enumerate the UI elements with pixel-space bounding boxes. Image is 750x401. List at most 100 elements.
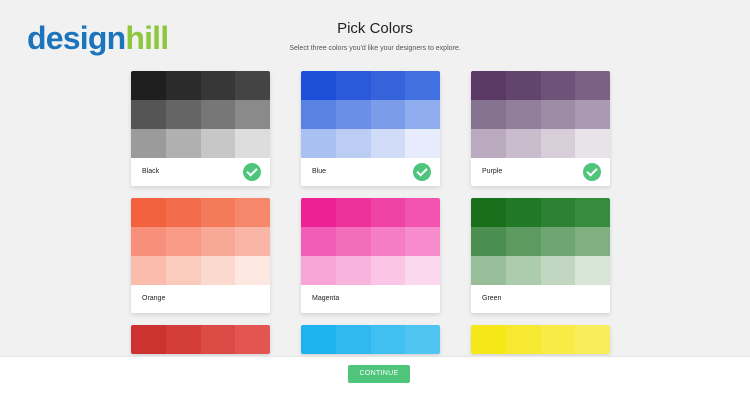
card-label: Blue (312, 168, 327, 175)
color-swatch (131, 100, 166, 129)
color-swatch (540, 71, 576, 100)
swatch-grid (471, 198, 610, 285)
card-footer: Purple (471, 158, 610, 186)
color-swatch (405, 198, 440, 227)
color-swatch (335, 71, 371, 100)
card-label: Magenta (312, 295, 340, 302)
color-card-purple[interactable]: Purple (471, 71, 610, 186)
bottom-bar: CONTINUE (0, 356, 750, 401)
swatch-grid (301, 71, 440, 158)
color-swatch (165, 198, 201, 227)
color-swatch (131, 325, 166, 354)
color-swatch (505, 198, 541, 227)
color-swatch (540, 198, 576, 227)
continue-button[interactable]: CONTINUE (348, 365, 410, 383)
color-swatch (471, 129, 506, 158)
color-swatch (505, 256, 541, 285)
color-swatch (335, 227, 371, 256)
color-swatch (575, 198, 610, 227)
color-swatch (575, 325, 610, 354)
color-card-red[interactable] (131, 325, 270, 354)
color-card-magenta[interactable]: Magenta (301, 198, 440, 313)
color-swatch (235, 129, 270, 158)
color-swatch (505, 227, 541, 256)
color-swatch (200, 227, 236, 256)
card-footer: Blue (301, 158, 440, 186)
card-footer: Orange (131, 285, 270, 313)
color-swatch (575, 129, 610, 158)
check-icon[interactable] (243, 163, 261, 181)
color-swatch (235, 256, 270, 285)
color-swatch (301, 100, 336, 129)
color-swatch (301, 198, 336, 227)
page-title: Pick Colors (337, 20, 413, 37)
card-label: Orange (142, 295, 166, 302)
color-card-light-blue[interactable] (301, 325, 440, 354)
swatch-grid (131, 198, 270, 285)
color-swatch (405, 325, 440, 354)
color-swatch (301, 227, 336, 256)
color-card-yellow[interactable] (471, 325, 610, 354)
color-swatch (200, 325, 236, 354)
color-swatch (505, 325, 541, 354)
swatch-grid (131, 71, 270, 158)
color-swatch (165, 325, 201, 354)
color-swatch (301, 256, 336, 285)
color-swatch (405, 100, 440, 129)
swatch-grid (471, 325, 610, 354)
color-swatch (471, 198, 506, 227)
color-swatch (200, 198, 236, 227)
color-swatch (165, 227, 201, 256)
color-swatch (165, 100, 201, 129)
color-swatch (370, 256, 406, 285)
color-swatch (405, 71, 440, 100)
swatch-grid (301, 325, 440, 354)
check-icon[interactable] (413, 163, 431, 181)
color-swatch (335, 100, 371, 129)
color-swatch (405, 227, 440, 256)
color-swatch (471, 227, 506, 256)
color-swatch (575, 256, 610, 285)
color-swatch (165, 256, 201, 285)
color-card-blue[interactable]: Blue (301, 71, 440, 186)
color-swatch (301, 325, 336, 354)
card-label: Green (482, 295, 502, 302)
color-swatch (131, 227, 166, 256)
color-swatch (131, 71, 166, 100)
color-card-orange[interactable]: Orange (131, 198, 270, 313)
card-label: Black (142, 168, 160, 175)
color-swatch (471, 325, 506, 354)
color-swatch (471, 256, 506, 285)
color-card-black[interactable]: Black (131, 71, 270, 186)
color-swatch (405, 256, 440, 285)
color-swatch (540, 100, 576, 129)
color-swatch (200, 129, 236, 158)
card-label: Purple (482, 168, 503, 175)
color-swatch (335, 198, 371, 227)
color-swatch (540, 227, 576, 256)
color-swatch (301, 71, 336, 100)
color-swatch (335, 256, 371, 285)
color-swatch (235, 325, 270, 354)
color-swatch (471, 71, 506, 100)
color-swatch (370, 325, 406, 354)
color-swatch (301, 129, 336, 158)
color-swatch (575, 227, 610, 256)
color-swatch (370, 129, 406, 158)
color-swatch (505, 100, 541, 129)
color-swatch (235, 227, 270, 256)
color-swatch (505, 129, 541, 158)
color-swatch (131, 198, 166, 227)
color-swatch (370, 71, 406, 100)
color-card-green[interactable]: Green (471, 198, 610, 313)
card-footer: Black (131, 158, 270, 186)
color-swatch (575, 71, 610, 100)
swatch-grid (471, 71, 610, 158)
color-swatch (235, 100, 270, 129)
color-swatch (575, 100, 610, 129)
swatch-grid (131, 325, 270, 354)
swatch-grid (301, 198, 440, 285)
check-icon[interactable] (583, 163, 601, 181)
color-swatch (505, 71, 541, 100)
color-swatch (200, 100, 236, 129)
